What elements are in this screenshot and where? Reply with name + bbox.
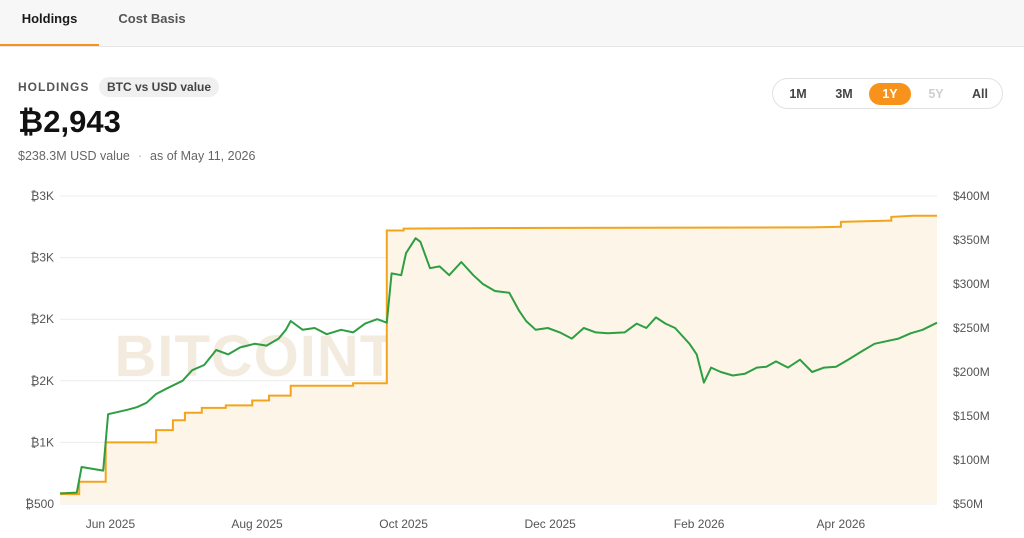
x-tick-label: Aug 2025 <box>231 517 283 531</box>
right-tick-label: $350M <box>953 233 990 247</box>
right-tick-label: $300M <box>953 277 990 291</box>
x-tick-label: Feb 2026 <box>674 517 725 531</box>
right-axis: $50M $100M $150M $200M $250M $300M $350M $400M <box>953 189 990 511</box>
left-tick-label: ₿3K <box>30 189 54 203</box>
left-axis: ₿500 ₿1K ₿2K ₿2K ₿3K ₿3K <box>25 189 54 511</box>
x-tick-label: Oct 2025 <box>379 517 428 531</box>
left-tick-label: ₿1K <box>30 435 54 449</box>
x-tick-label: Jun 2025 <box>86 517 136 531</box>
right-tick-label: $200M <box>953 365 990 379</box>
right-tick-label: $400M <box>953 189 990 203</box>
right-tick-label: $250M <box>953 321 990 335</box>
x-axis: Jun 2025 Aug 2025 Oct 2025 Dec 2025 Feb 2026… <box>86 517 866 531</box>
right-tick-label: $50M <box>953 497 983 511</box>
left-tick-label: ₿2K <box>30 374 54 388</box>
left-tick-label: ₿500 <box>25 497 54 511</box>
left-tick-label: ₿2K <box>30 312 54 326</box>
right-tick-label: $150M <box>953 409 990 423</box>
x-tick-label: Apr 2026 <box>817 517 866 531</box>
right-tick-label: $100M <box>953 453 990 467</box>
x-tick-label: Dec 2025 <box>524 517 576 531</box>
holdings-chart: BITCOINTREASURIES.NET ₿500₿1K₿2K₿2K₿3K₿3… <box>25 189 990 531</box>
left-tick-label: ₿3K <box>30 251 54 265</box>
